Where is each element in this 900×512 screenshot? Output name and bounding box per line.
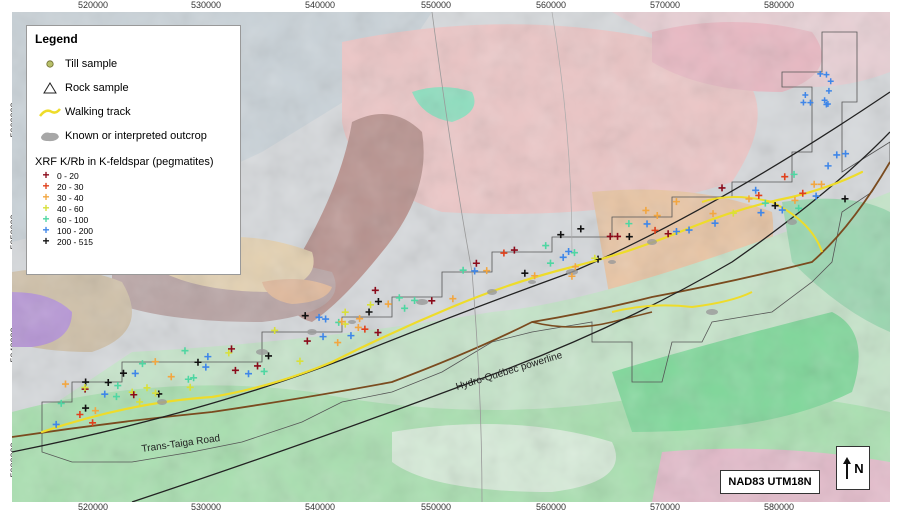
- xrf-class: +0 - 20: [35, 169, 232, 181]
- xrf-class: +200 - 515: [35, 234, 232, 248]
- north-arrow: N: [836, 446, 870, 490]
- legend-item: Rock sample: [35, 76, 232, 100]
- xrf-class-label: 200 - 515: [57, 236, 93, 247]
- top-tick: 530000: [190, 0, 222, 10]
- north-arrow-icon: [843, 457, 852, 479]
- outcrop-icon: [35, 129, 65, 143]
- bottom-tick: 520000: [77, 502, 109, 512]
- top-tick: 540000: [304, 0, 336, 10]
- xrf-class-label: 100 - 200: [57, 225, 93, 236]
- legend-label: Walking track: [65, 106, 131, 118]
- legend-title: Legend: [35, 32, 78, 46]
- top-tick: 580000: [763, 0, 795, 10]
- legend-item: Walking track: [35, 100, 232, 124]
- walking-track-icon: [35, 106, 65, 118]
- xrf-class: +40 - 60: [35, 202, 232, 214]
- xrf-class: +100 - 200: [35, 224, 232, 236]
- bottom-tick: 580000: [763, 502, 795, 512]
- legend-panel: Legend Till sample Rock sample Walking t…: [26, 25, 241, 275]
- xrf-class-label: 20 - 30: [57, 181, 84, 192]
- bottom-tick: 530000: [190, 502, 222, 512]
- xrf-class-label: 30 - 40: [57, 192, 84, 203]
- xrf-class-label: 40 - 60: [57, 203, 84, 214]
- bottom-tick: 570000: [649, 502, 681, 512]
- rock-sample-icon: [35, 82, 65, 94]
- xrf-class-label: 60 - 100: [57, 214, 89, 225]
- legend-label: Known or interpreted outcrop: [65, 130, 207, 142]
- top-tick: 560000: [535, 0, 567, 10]
- legend-label: Till sample: [65, 58, 118, 70]
- top-tick: 550000: [420, 0, 452, 10]
- bottom-tick: 550000: [420, 502, 452, 512]
- north-letter: N: [854, 460, 864, 476]
- legend-item: Till sample: [35, 52, 232, 76]
- xrf-class: +30 - 40: [35, 191, 232, 203]
- till-sample-icon: [35, 59, 65, 69]
- map-figure: 520000 530000 540000 550000 560000 57000…: [0, 0, 900, 512]
- top-tick: 520000: [77, 0, 109, 10]
- xrf-class-label: 0 - 20: [57, 170, 79, 181]
- bottom-tick: 540000: [304, 502, 336, 512]
- legend-item: Known or interpreted outcrop: [35, 124, 232, 148]
- legend-label: Rock sample: [65, 82, 129, 94]
- bottom-tick: 560000: [535, 502, 567, 512]
- cross-icon: +: [42, 234, 50, 248]
- xrf-legend-list: +0 - 20 +20 - 30 +30 - 40 +40 - 60 +60 -…: [35, 169, 232, 248]
- xrf-legend-title: XRF K/Rb in K-feldspar (pegmatites): [35, 156, 214, 168]
- xrf-class: +20 - 30: [35, 180, 232, 192]
- top-tick: 570000: [649, 0, 681, 10]
- xrf-class: +60 - 100: [35, 213, 232, 225]
- projection-label: NAD83 UTM18N: [720, 470, 820, 494]
